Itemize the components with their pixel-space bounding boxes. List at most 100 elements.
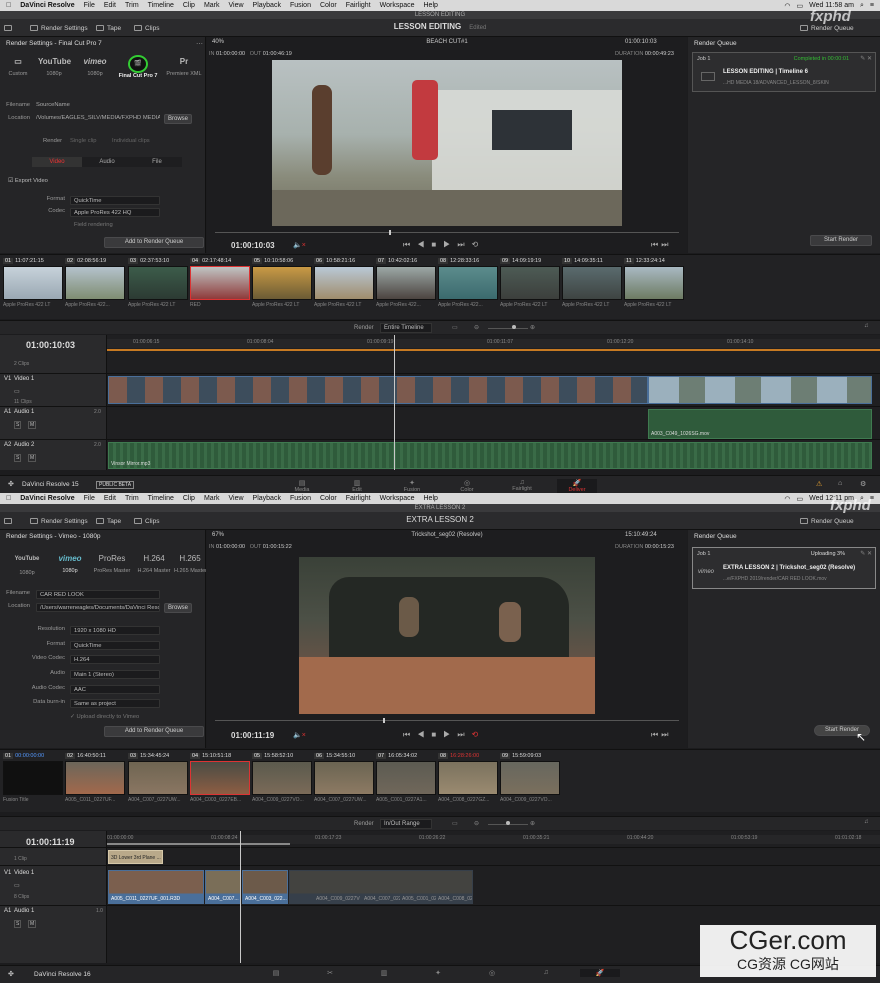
audio-mute-icon[interactable]: 🔈× <box>293 731 306 739</box>
filename-input[interactable]: SourceName <box>36 102 70 108</box>
render-job[interactable]: Job 1 Uploading 3% ✎ ✕ vimeo EXTRA LESSO… <box>692 547 876 589</box>
page-fusion[interactable]: ✦ Fusion <box>392 479 432 493</box>
audio-mute-icon[interactable]: 🔈× <box>293 241 306 249</box>
filename-input[interactable]: CAR RED LOOK <box>36 590 160 599</box>
stop-icon[interactable]: ■ <box>431 240 443 249</box>
menu-playback[interactable]: Playback <box>253 2 281 9</box>
menu-help[interactable]: Help <box>424 2 438 9</box>
format-dropdown[interactable]: QuickTime <box>70 196 160 205</box>
menu-playback[interactable]: Playback <box>253 495 281 502</box>
page-edit[interactable]: ▥ <box>364 969 404 977</box>
menu-file[interactable]: File <box>84 495 95 502</box>
browse-button[interactable]: Browse <box>164 114 192 124</box>
video-clip[interactable]: A005_C011_0227UF_001.R3D <box>108 870 204 904</box>
render-mode-dropdown[interactable]: Entire Timeline <box>380 323 432 333</box>
page-media[interactable]: ▤ <box>256 969 296 977</box>
home-icon[interactable]: ⌂ <box>838 480 842 487</box>
menu-mark[interactable]: Mark <box>204 495 220 502</box>
menu-trim[interactable]: Trim <box>125 495 139 502</box>
clip-thumbnail[interactable]: 10 14:09:35:11 Apple ProRes 422 LT <box>562 258 622 308</box>
clip-name[interactable]: Trickshot_seg02 (Resolve) <box>207 532 687 538</box>
data-burn-in-dropdown[interactable]: Same as project <box>70 699 160 708</box>
mute-button[interactable]: M <box>28 421 37 429</box>
audio-clip[interactable]: A003_C049_1026SG.mov <box>648 409 872 439</box>
clip-thumbnail[interactable]: 09 15:59:09:03 A004_C009_0227VO... <box>500 753 560 803</box>
clip-thumbnail[interactable]: 07 16:05:34:02 A005_C001_0227A1... <box>376 753 436 803</box>
skip-end-icon[interactable]: ⏭ <box>457 730 471 739</box>
tab-video[interactable]: Video <box>32 157 82 167</box>
clip-thumbnail[interactable]: 11 12:33:24:14 Apple ProRes 422 LT <box>624 258 684 308</box>
menu-mark[interactable]: Mark <box>204 2 220 9</box>
zoom-out-icon[interactable]: ⊖ <box>474 820 479 827</box>
viewer-scrubber[interactable] <box>215 232 679 233</box>
tab-file[interactable]: File <box>132 157 182 167</box>
clip-thumbnail[interactable]: 06 10:58:21:16 Apple ProRes 422 LT <box>314 258 374 308</box>
apple-icon[interactable]:  <box>6 2 11 9</box>
wifi-icon[interactable]: ◠ <box>784 495 790 503</box>
zoom-slider-knob[interactable] <box>506 821 510 825</box>
add-to-render-queue-button[interactable]: Add to Render Queue <box>104 726 204 737</box>
menu-view[interactable]: View <box>229 2 244 9</box>
page-deliver[interactable]: 🚀 <box>580 969 620 977</box>
clip-thumbnail[interactable]: 03 15:34:45:24 A004_C007_0227UW... <box>128 753 188 803</box>
menu-clip[interactable]: Clip <box>183 495 195 502</box>
single-clip-radio[interactable]: Single clip <box>70 138 96 144</box>
menu-timeline[interactable]: Timeline <box>148 495 174 502</box>
skip-end-icon[interactable]: ⏭ <box>457 240 471 249</box>
audio-dropdown[interactable]: Main 1 (Stereo) <box>70 670 160 679</box>
video-clip[interactable] <box>648 376 872 404</box>
page-edit[interactable]: ▥ Edit <box>337 479 377 493</box>
video-codec-dropdown[interactable]: H.264 <box>70 655 160 664</box>
play-icon[interactable]: ▶ <box>443 240 457 249</box>
page-deliver[interactable]: 🚀 Deliver <box>557 479 597 493</box>
audio-meter-icon[interactable]: ♫ <box>864 819 869 825</box>
menu-app[interactable]: DaVinci Resolve <box>20 495 74 502</box>
apple-icon[interactable]:  <box>6 495 11 502</box>
menu-trim[interactable]: Trim <box>125 2 139 9</box>
audio-clip[interactable]: Vinsor Mirror.mp3 <box>108 442 872 469</box>
zoom-slider-knob[interactable] <box>512 325 516 329</box>
menu-fusion[interactable]: Fusion <box>290 495 311 502</box>
start-render-button[interactable]: Start Render <box>810 235 872 246</box>
page-fairlight[interactable]: ♫ <box>526 969 566 976</box>
clip-thumbnail[interactable]: 08 12:28:33:16 Apple ProRes 422... <box>438 258 498 308</box>
video-clip[interactable]: A004_C007... <box>205 870 241 904</box>
edit-job-icon[interactable]: ✎ ✕ <box>860 550 872 557</box>
location-input[interactable]: /Users/warreneagles/Documents/DaVinci Re… <box>36 603 160 612</box>
menu-color[interactable]: Color <box>320 2 337 9</box>
skip-start-icon[interactable]: ⏮ <box>403 730 417 739</box>
video-clips-outside-range[interactable]: A004_C009_0227VO... A004_C007_0227... A0… <box>289 870 473 904</box>
menu-workspace[interactable]: Workspace <box>380 495 415 502</box>
audio-codec-dropdown[interactable]: AAC <box>70 685 160 694</box>
mute-button[interactable]: M <box>28 454 37 462</box>
play-reverse-icon[interactable]: ◀ <box>417 730 431 739</box>
search-icon[interactable]: ⌕ <box>860 2 864 10</box>
page-fairlight[interactable]: ♫ Fairlight <box>502 479 542 492</box>
menu-list-icon[interactable]: ≡ <box>870 2 874 9</box>
next-clip-icon[interactable]: ⏭ <box>661 240 671 249</box>
battery-icon[interactable]: ▭ <box>796 2 803 10</box>
audio-meter-icon[interactable]: ♫ <box>864 323 869 329</box>
field-rendering-checkbox[interactable]: Field rendering <box>74 222 113 228</box>
clip-thumbnail[interactable]: 09 14:09:19:19 Apple ProRes 422 LT <box>500 258 560 308</box>
add-to-render-queue-button[interactable]: Add to Render Queue <box>104 237 204 248</box>
zoom-in-icon[interactable]: ⊕ <box>530 820 535 827</box>
render-job[interactable]: Job 1 Completed in 00:00:01 ✎ ✕ LESSON E… <box>692 52 876 92</box>
menu-workspace[interactable]: Workspace <box>380 2 415 9</box>
zoom-slider[interactable] <box>488 328 528 329</box>
edit-job-icon[interactable]: ✎ ✕ <box>860 55 872 62</box>
clip-thumbnail[interactable]: 07 10:42:02:16 Apple ProRes 422... <box>376 258 436 308</box>
viewer-scrubber[interactable] <box>215 720 679 721</box>
preset-premiere-xml[interactable]: Pr Premiere XML <box>164 57 204 77</box>
menu-clip[interactable]: Clip <box>183 2 195 9</box>
preset-youtube[interactable]: YouTube 1080p <box>38 57 71 77</box>
play-icon[interactable]: ▶ <box>443 730 457 739</box>
location-input[interactable]: /Volumes/EAGLES_SILV/MEDIA/FXPHD MEDIA 1… <box>36 115 160 121</box>
individual-clips-radio[interactable]: Individual clips <box>112 138 150 144</box>
preset-youtube[interactable]: YouTube 1080p <box>12 556 42 576</box>
solo-button[interactable]: S <box>14 920 22 928</box>
more-options-icon[interactable]: ⋯ <box>196 40 203 48</box>
clip-thumbnail[interactable]: 02 16:40:50:11 A005_C011_0227UF... <box>65 753 125 803</box>
page-fusion[interactable]: ✦ <box>418 969 458 977</box>
menu-fairlight[interactable]: Fairlight <box>346 2 371 9</box>
